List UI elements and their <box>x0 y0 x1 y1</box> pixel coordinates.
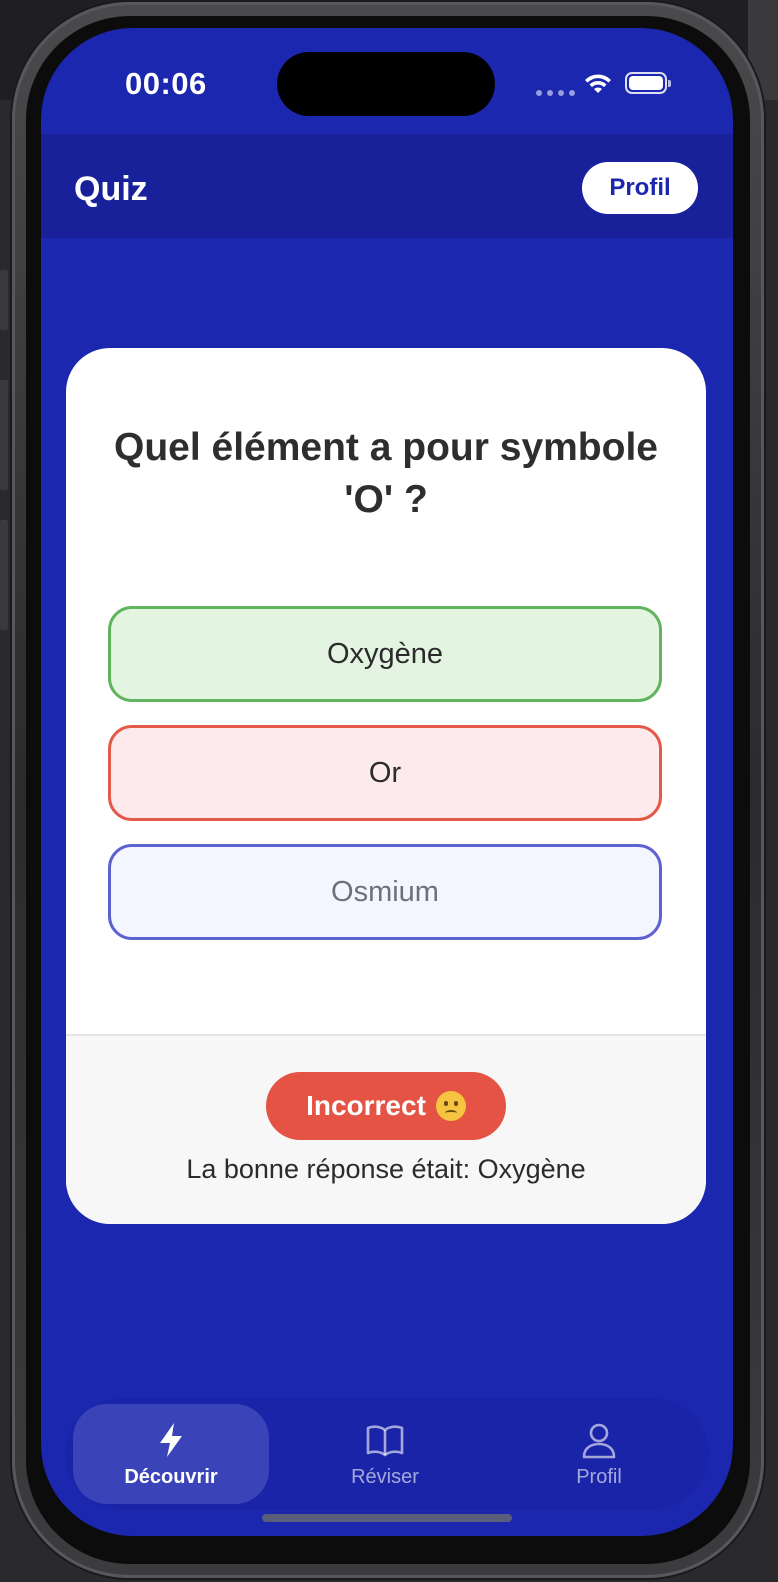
battery-icon <box>625 72 671 94</box>
cellular-signal-icon <box>536 90 575 96</box>
dynamic-island <box>277 52 495 116</box>
phone-screen: 00:06 Quiz Profil Quel élément a pour sy… <box>41 28 733 1536</box>
tab-label: Découvrir <box>124 1465 218 1488</box>
person-icon <box>582 1423 616 1458</box>
tab-review[interactable]: Réviser <box>287 1404 483 1504</box>
profile-button[interactable]: Profil <box>582 162 698 214</box>
result-label: Incorrect <box>306 1090 426 1121</box>
correct-answer-message: La bonne réponse était: Oxygène <box>186 1154 586 1184</box>
confused-face-icon <box>435 1091 466 1121</box>
tab-profile[interactable]: Profil <box>501 1404 697 1504</box>
page-title: Quiz <box>74 170 148 208</box>
quiz-card: Quel élément a pour symbole 'O' ? Oxygèn… <box>66 348 706 1224</box>
lightning-icon <box>160 1422 182 1457</box>
tab-label: Réviser <box>351 1465 419 1488</box>
tab-discover[interactable]: Découvrir <box>73 1404 269 1504</box>
tab-label: Profil <box>576 1465 622 1488</box>
feedback-panel: Incorrect La bonne réponse était: Oxygèn… <box>66 1034 706 1224</box>
result-badge: Incorrect <box>266 1072 506 1140</box>
status-bar: 00:06 <box>41 28 733 134</box>
background-mark <box>0 520 8 630</box>
app-header: Quiz Profil <box>41 134 733 238</box>
background-mark <box>0 270 8 330</box>
tab-bar: Découvrir Réviser Profil <box>65 1398 709 1510</box>
home-indicator[interactable] <box>262 1514 512 1522</box>
status-time: 00:06 <box>125 66 207 101</box>
background-mark <box>0 380 8 490</box>
wifi-icon <box>585 74 611 93</box>
question-text: Quel élément a pour symbole 'O' ? <box>114 426 658 521</box>
answer-option[interactable]: Osmium <box>108 844 662 940</box>
book-icon <box>366 1424 404 1456</box>
answer-option-correct[interactable]: Oxygène <box>108 606 662 702</box>
answer-option-selected-wrong[interactable]: Or <box>108 725 662 821</box>
